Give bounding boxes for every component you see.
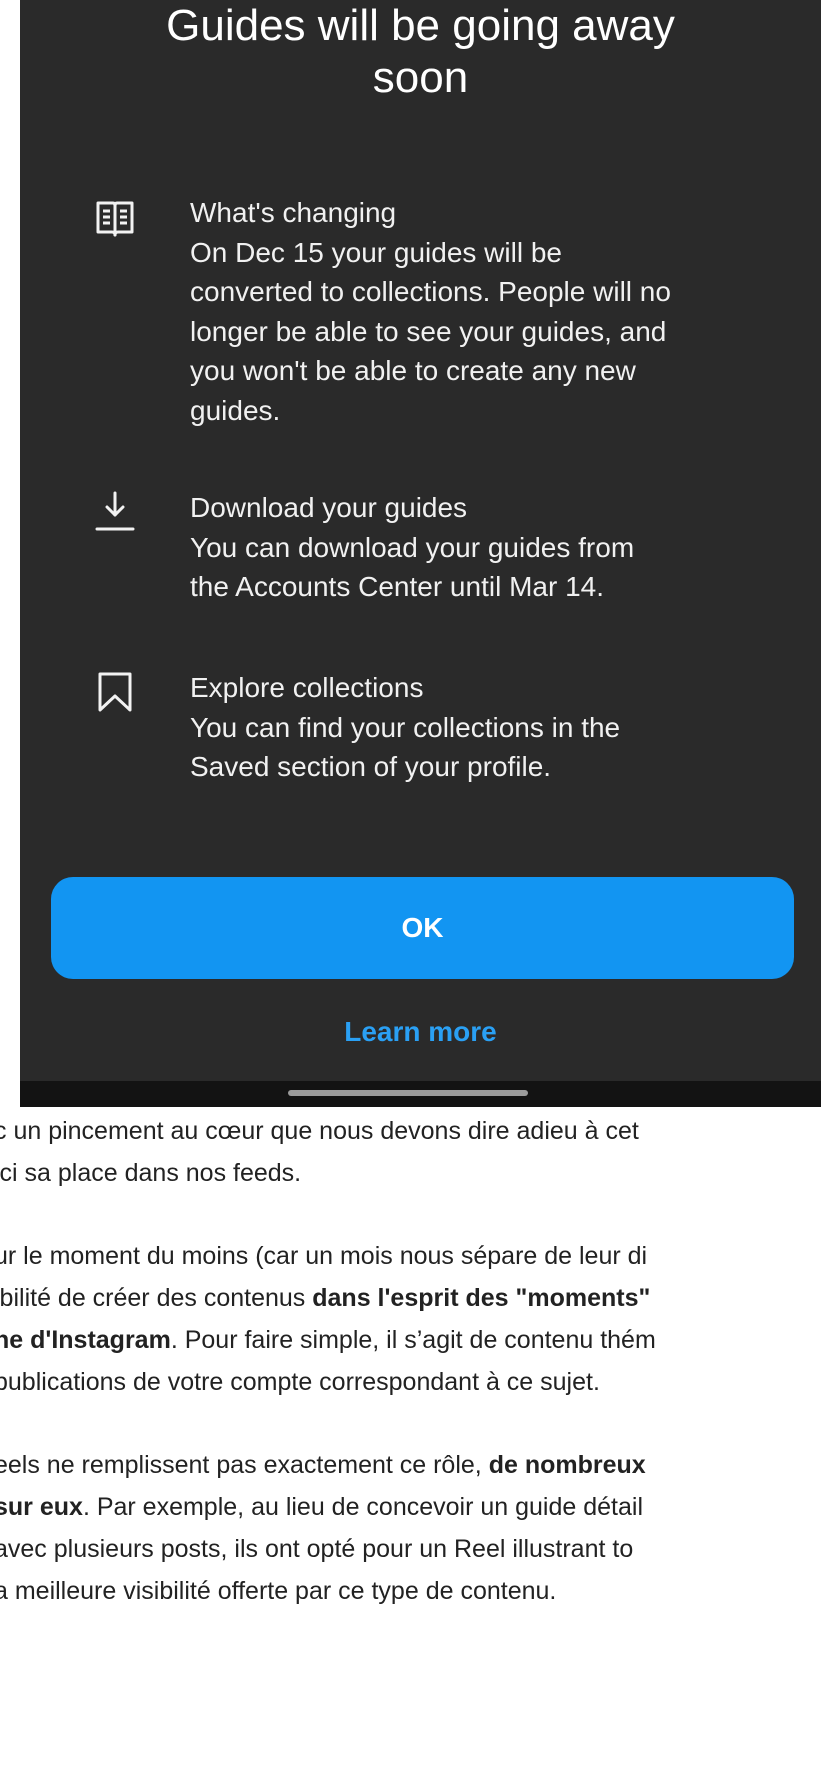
feature-text: What's changing On Dec 15 your guides wi…: [190, 193, 791, 430]
article-bold-text: ne d'Instagram: [0, 1326, 171, 1354]
article-text: . Par exemple, au lieu de concevoir un g…: [82, 1493, 644, 1521]
feature-body-line: Saved section of your profile.: [190, 751, 552, 782]
article-line: c un pincement au cœur que nous devons d…: [0, 1117, 639, 1145]
article-paragraph-2: ur le moment du moins (car un mois nous …: [0, 1235, 821, 1403]
article-line: ne d'Instagram. Pour faire simple, il s’…: [0, 1319, 821, 1361]
article-line: publications de votre compte corresponda…: [0, 1368, 600, 1396]
book-icon: [94, 197, 136, 239]
feature-text: Explore collections You can find your co…: [190, 668, 791, 787]
feature-body-line: longer be able to see your guides, and: [190, 315, 667, 347]
ok-button[interactable]: OK: [51, 877, 794, 979]
feature-heading: What's changing: [190, 197, 397, 228]
home-indicator[interactable]: [288, 1090, 528, 1096]
feature-heading: Explore collections: [190, 672, 424, 703]
modal-title-line-2: soon: [372, 53, 469, 102]
download-icon: [94, 490, 136, 532]
learn-more-link[interactable]: Learn more: [20, 1012, 821, 1052]
article-line: a meilleure visibilité offerte par ce ty…: [0, 1577, 557, 1605]
bookmark-icon: [94, 671, 136, 713]
feature-body-line: On Dec 15 your guides will be: [190, 236, 562, 268]
article-line: ici sa place dans nos feeds.: [0, 1159, 302, 1187]
article-body: c un pincement au cœur que nous devons d…: [0, 1108, 821, 1782]
article-line: ur le moment du moins (car un mois nous …: [0, 1242, 648, 1270]
article-text: . Pour faire simple, il s’agit de conten…: [170, 1326, 656, 1354]
article-line: ibilité de créer des contenus dans l'esp…: [0, 1277, 821, 1319]
article-text: eels ne remplissent pas exactement ce rô…: [0, 1451, 489, 1479]
feature-heading: Download your guides: [190, 492, 468, 523]
article-line: avec plusieurs posts, ils ont opté pour …: [0, 1535, 634, 1563]
feature-body-line: you won't be able to create any new: [190, 355, 636, 386]
system-navigation-bar: [20, 1081, 821, 1107]
article-bold-text: dans l'esprit des "moments": [312, 1284, 651, 1312]
article-line: eels ne remplissent pas exactement ce rô…: [0, 1444, 821, 1486]
feature-body-line: You can find your collections in the: [190, 711, 621, 743]
article-paragraph-1: c un pincement au cœur que nous devons d…: [0, 1110, 821, 1194]
article-text: ibilité de créer des contenus: [0, 1284, 313, 1312]
guides-modal-screenshot: Guides will be going away soon What's ch…: [20, 0, 821, 1107]
article-bold-text: de nombreux: [488, 1451, 646, 1479]
feature-body-line: converted to collections. People will no: [190, 276, 671, 307]
feature-body-line: the Accounts Center until Mar 14.: [190, 571, 604, 602]
article-paragraph-3: eels ne remplissent pas exactement ce rô…: [0, 1444, 821, 1612]
feature-body-line: You can download your guides from: [190, 531, 635, 563]
modal-title-line-1: Guides will be going away: [166, 1, 675, 50]
feature-text: Download your guides You can download yo…: [190, 488, 791, 607]
feature-body-line: guides.: [190, 394, 281, 426]
article-bold-text: sur eux: [0, 1493, 83, 1521]
article-line: sur eux. Par exemple, au lieu de concevo…: [0, 1486, 821, 1528]
modal-title: Guides will be going away soon: [20, 0, 821, 104]
